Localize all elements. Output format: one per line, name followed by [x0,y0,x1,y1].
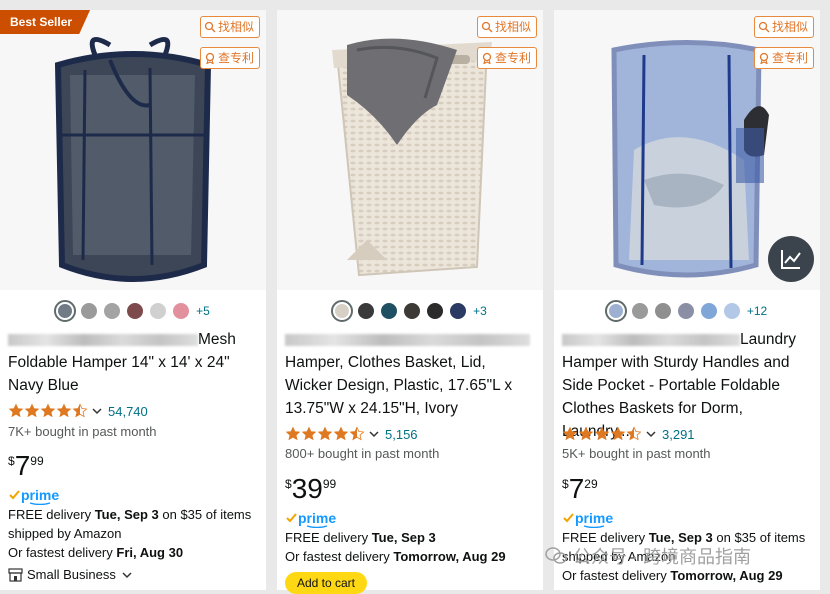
color-swatches-2: +3 [277,300,543,322]
more-colors-link[interactable]: +12 [747,304,767,318]
patent-icon [205,52,215,64]
small-business-badge[interactable]: Small Business [8,567,134,582]
more-colors-link[interactable]: +5 [196,304,210,318]
search-icon [758,21,770,33]
rating-count-link[interactable]: 5,156 [385,427,418,442]
blurred-title-text [562,333,740,346]
color-swatch[interactable] [358,303,375,319]
color-swatch[interactable] [723,303,740,319]
color-swatch[interactable] [427,303,444,319]
add-to-cart-button[interactable]: Add to cart [285,572,367,594]
best-seller-badge: Best Seller [0,10,91,34]
check-patent-button[interactable]: 查专利 [476,47,537,69]
bought-past-month: 7K+ bought in past month [8,424,157,439]
patent-icon [482,52,492,64]
price-3: $7 29 [562,473,598,504]
star-rating-icon [562,426,642,442]
delivery-info-2: FREE delivery Tue, Sep 3 [285,530,436,545]
color-swatch[interactable] [604,300,627,322]
color-swatch[interactable] [150,303,167,319]
prime-logo-icon [562,510,622,528]
trend-chart-icon [781,250,801,269]
chevron-down-icon [92,408,102,415]
wechat-icon [545,547,567,564]
find-similar-button[interactable]: 找相似 [753,16,814,38]
color-swatch[interactable] [54,300,77,322]
color-swatch[interactable] [81,303,98,319]
chevron-down-icon [122,571,132,578]
color-swatch[interactable] [700,303,717,319]
fastest-delivery-1: Or fastest delivery Fri, Aug 30 [8,545,184,560]
chevron-down-icon [369,431,379,438]
search-icon [204,21,216,33]
star-rating-icon [285,426,365,442]
blurred-title-text [8,333,198,346]
bought-past-month: 800+ bought in past month [285,446,440,461]
patent-icon [759,52,769,64]
color-swatch[interactable] [677,303,694,319]
check-patent-button[interactable]: 查专利 [199,47,260,69]
product-title-1[interactable]: Mesh Foldable Hamper 14" x 14' x 24" Nav… [8,328,260,397]
shipped-by-1: shipped by Amazon [8,526,122,541]
color-swatch[interactable] [404,303,421,319]
trend-chart-button[interactable] [768,236,814,282]
product-card-2[interactable]: 找相似 查专利 +3 Hamper, Clothes Basket, Lid, … [277,10,543,594]
color-swatch[interactable] [654,303,671,319]
product-image-2[interactable]: 找相似 查专利 [277,10,543,290]
color-swatches-3: +12 [554,300,820,322]
delivery-info-1: FREE delivery Tue, Sep 3 on $35 of items [8,507,252,522]
search-icon [481,21,493,33]
rating-count-link[interactable]: 54,740 [108,404,148,419]
color-swatch[interactable] [173,303,190,319]
blurred-title-text [285,333,530,346]
product-image-3[interactable]: 找相似 查专利 [554,10,820,290]
bought-past-month: 5K+ bought in past month [562,446,711,461]
chevron-down-icon [646,431,656,438]
product-title-2[interactable]: Hamper, Clothes Basket, Lid, Wicker Desi… [285,328,537,420]
watermark: 公众号 · 跨境商品指南 [545,543,751,569]
color-swatches-1: +5 [0,300,266,322]
color-swatch[interactable] [450,303,467,319]
rating-row-3[interactable]: 3,291 [562,426,695,442]
find-similar-button[interactable]: 找相似 [476,16,537,38]
product-card-3[interactable]: 找相似 查专利 +12 Laundry Hamper with Sturdy H… [554,10,820,590]
prime-logo-icon [285,510,345,528]
color-swatch[interactable] [331,300,354,322]
color-swatch[interactable] [104,303,121,319]
find-similar-button[interactable]: 找相似 [199,16,260,38]
color-swatch[interactable] [381,303,398,319]
price-2: $39 99 [285,473,337,504]
prime-logo-icon [8,487,68,505]
storefront-icon [8,567,23,582]
rating-row-2[interactable]: 5,156 [285,426,418,442]
color-swatch[interactable] [127,303,144,319]
color-swatch[interactable] [631,303,648,319]
price-1: $7 99 [8,450,44,481]
product-card-1[interactable]: Best Seller 找相似 查专利 +5 Mesh Foldable Ham… [0,10,266,590]
product-image-1[interactable]: Best Seller 找相似 查专利 [0,10,266,290]
fastest-delivery-3: Or fastest delivery Tomorrow, Aug 29 [562,568,783,583]
more-colors-link[interactable]: +3 [473,304,487,318]
star-rating-icon [8,403,88,419]
check-patent-button[interactable]: 查专利 [753,47,814,69]
fastest-delivery-2: Or fastest delivery Tomorrow, Aug 29 [285,549,506,564]
rating-row-1[interactable]: 54,740 [8,403,148,419]
rating-count-link[interactable]: 3,291 [662,427,695,442]
